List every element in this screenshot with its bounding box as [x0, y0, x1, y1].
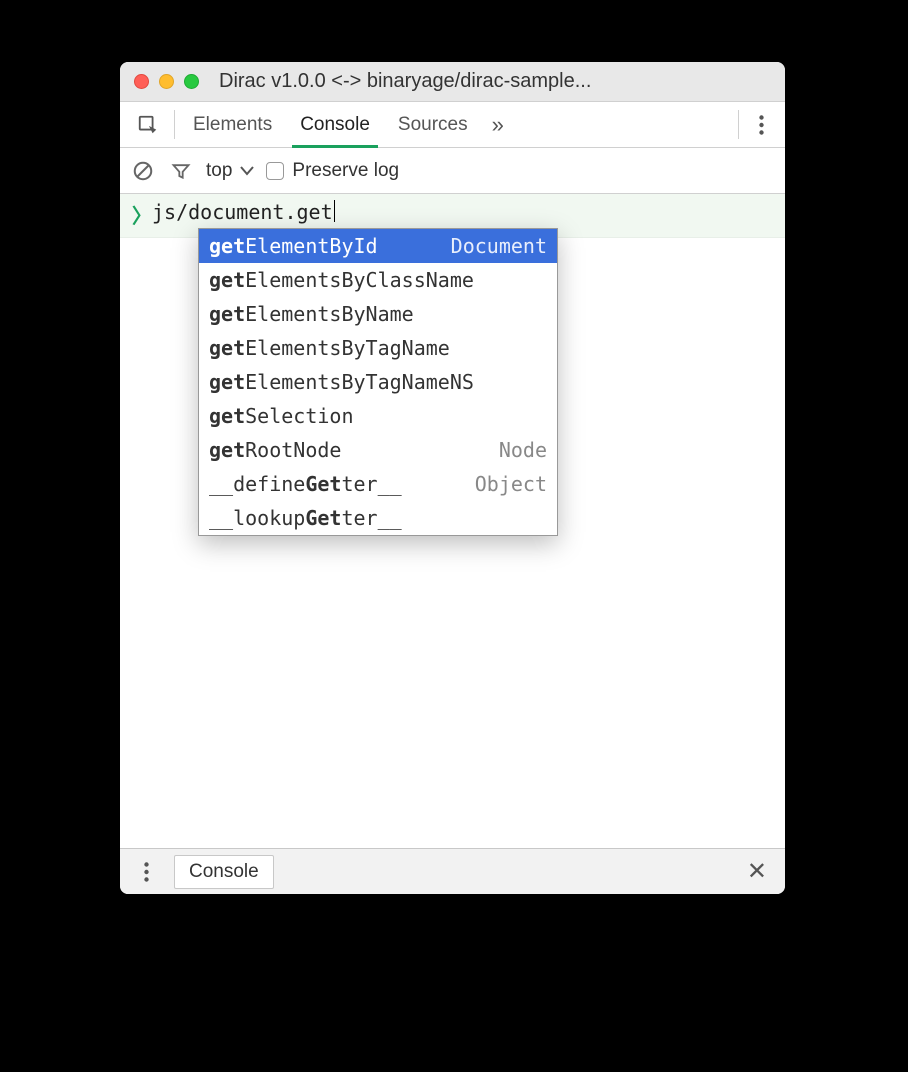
autocomplete-item-label: __lookupGetter__ — [209, 506, 402, 530]
tab-console[interactable]: Console — [286, 102, 384, 147]
traffic-lights — [134, 74, 199, 89]
settings-menu-button[interactable] — [743, 102, 779, 147]
clear-console-icon[interactable] — [130, 158, 156, 184]
separator — [738, 110, 739, 139]
chevron-down-icon — [240, 166, 254, 176]
autocomplete-item-label: getElementsByName — [209, 302, 414, 326]
main-toolbar: Elements Console Sources » — [120, 102, 785, 148]
close-window-button[interactable] — [134, 74, 149, 89]
close-drawer-button[interactable]: ✕ — [737, 857, 777, 886]
autocomplete-item-type: Document — [451, 234, 547, 258]
window-title: Dirac v1.0.0 <-> binaryage/dirac-sample.… — [219, 70, 771, 93]
autocomplete-popup: getElementById Document getElementsByClass… — [198, 228, 558, 536]
autocomplete-item[interactable]: __defineGetter__ Object — [199, 467, 557, 501]
preserve-log-toggle[interactable]: Preserve log — [266, 160, 399, 182]
prompt-chevron-icon: 〉 — [132, 200, 152, 229]
tab-sources[interactable]: Sources — [384, 102, 482, 147]
autocomplete-item[interactable]: getElementsByClassName — [199, 263, 557, 297]
autocomplete-item-label: getElementsByTagName — [209, 336, 450, 360]
filter-icon[interactable] — [168, 158, 194, 184]
autocomplete-item-label: getSelection — [209, 404, 354, 428]
autocomplete-item[interactable]: __lookupGetter__ — [199, 501, 557, 535]
inspect-element-icon[interactable] — [126, 102, 170, 147]
autocomplete-item[interactable]: getSelection — [199, 399, 557, 433]
console-body: 〉 js/document.get getElementById Document… — [120, 194, 785, 848]
autocomplete-item-type: Object — [475, 472, 547, 496]
autocomplete-item[interactable]: getElementsByTagNameNS — [199, 365, 557, 399]
drawer-menu-button[interactable] — [128, 862, 164, 882]
autocomplete-item-label: getElementById — [209, 234, 378, 258]
autocomplete-item[interactable]: getRootNode Node — [199, 433, 557, 467]
drawer-tab-console[interactable]: Console — [174, 855, 274, 889]
preserve-log-label: Preserve log — [292, 160, 399, 182]
preserve-log-checkbox[interactable] — [266, 162, 284, 180]
autocomplete-item-label: getElementsByClassName — [209, 268, 474, 292]
separator — [174, 110, 175, 139]
console-input[interactable]: js/document.get — [152, 200, 335, 224]
devtools-window: Dirac v1.0.0 <-> binaryage/dirac-sample.… — [120, 62, 785, 894]
panel-tabs: Elements Console Sources — [179, 102, 482, 147]
drawer: Console ✕ — [120, 848, 785, 894]
context-selector[interactable]: top — [206, 160, 254, 182]
tab-elements[interactable]: Elements — [179, 102, 286, 147]
text-caret — [334, 200, 336, 222]
more-tabs-button[interactable]: » — [482, 102, 514, 147]
zoom-window-button[interactable] — [184, 74, 199, 89]
autocomplete-item[interactable]: getElementsByTagName — [199, 331, 557, 365]
autocomplete-item[interactable]: getElementById Document — [199, 229, 557, 263]
context-selector-value: top — [206, 160, 232, 182]
autocomplete-item-label: getRootNode — [209, 438, 341, 462]
window-titlebar[interactable]: Dirac v1.0.0 <-> binaryage/dirac-sample.… — [120, 62, 785, 102]
autocomplete-item-type: Node — [499, 438, 547, 462]
autocomplete-item[interactable]: getElementsByName — [199, 297, 557, 331]
minimize-window-button[interactable] — [159, 74, 174, 89]
autocomplete-item-label: getElementsByTagNameNS — [209, 370, 474, 394]
console-filter-bar: top Preserve log — [120, 148, 785, 194]
autocomplete-item-label: __defineGetter__ — [209, 472, 402, 496]
